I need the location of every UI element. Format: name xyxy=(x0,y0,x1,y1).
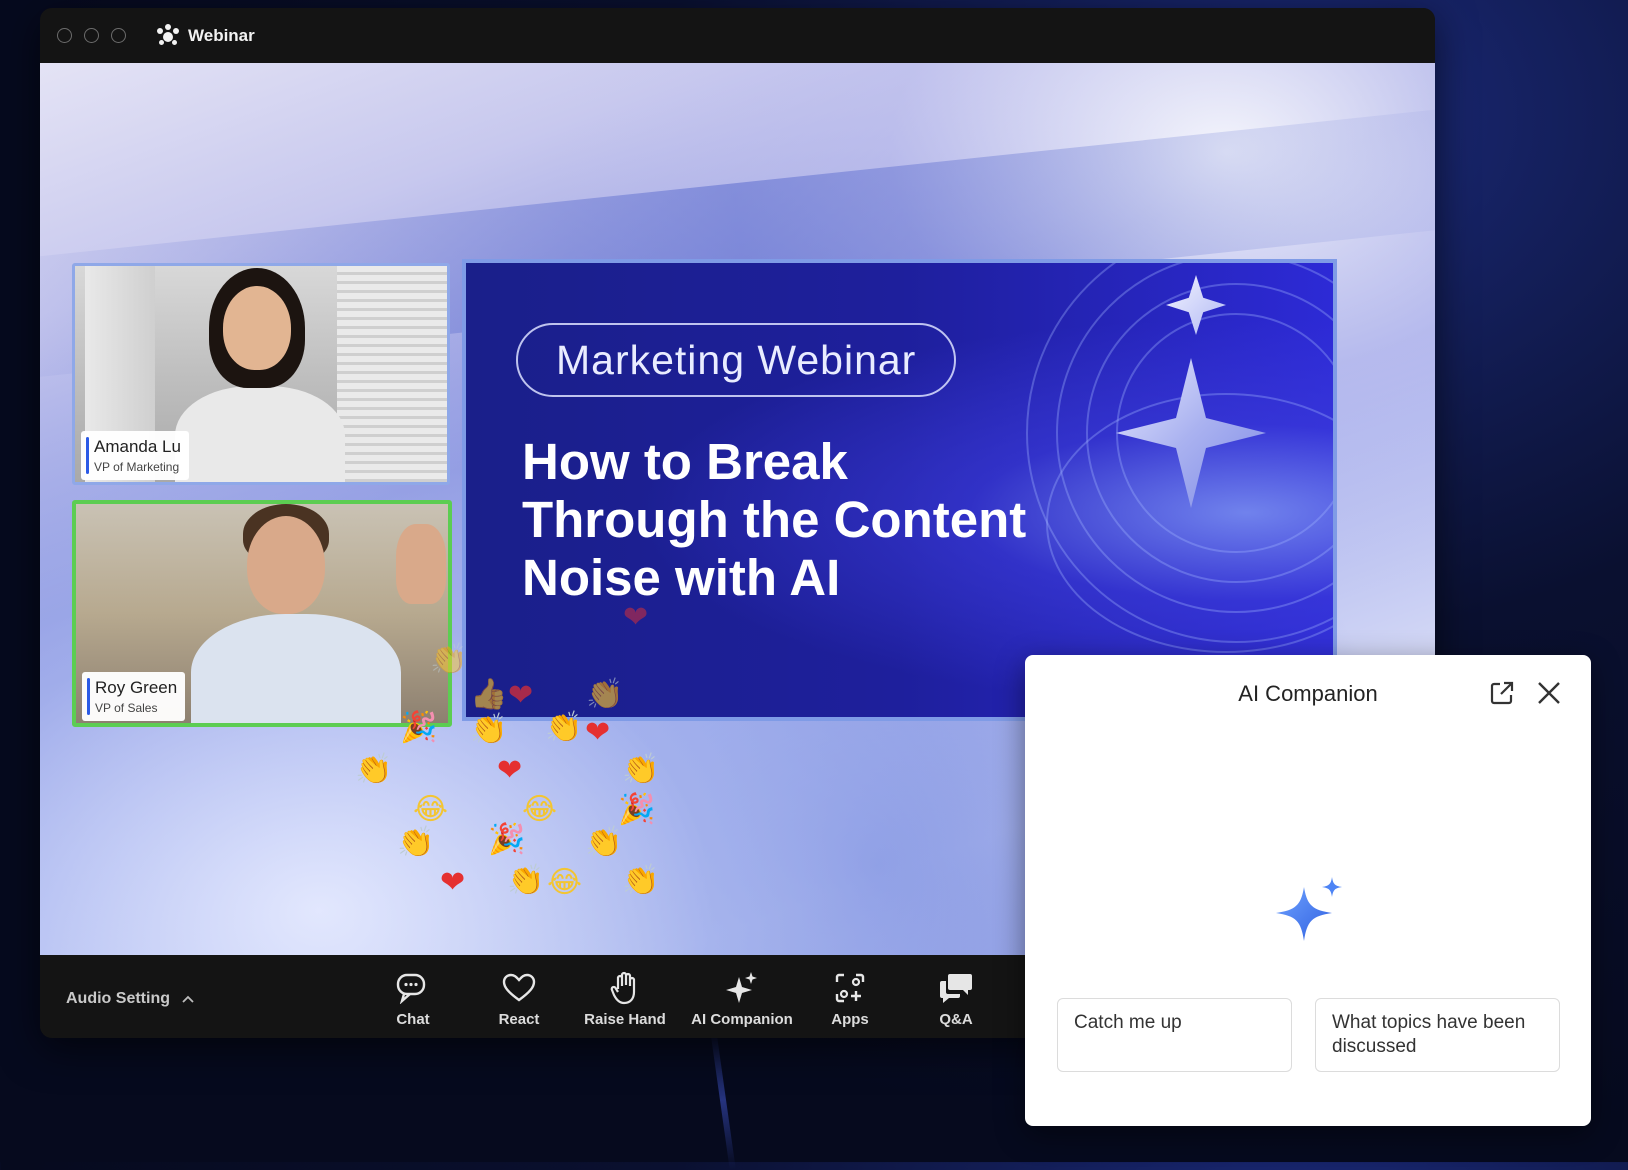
close-icon[interactable] xyxy=(1535,679,1563,707)
hand-icon xyxy=(570,969,680,1007)
participant-role: VP of Marketing xyxy=(94,460,180,474)
laugh-reaction: 😂 xyxy=(413,792,449,827)
thumbs-up-reaction: 👍 xyxy=(470,677,508,712)
apps-icon xyxy=(795,969,905,1007)
clap-reaction: 👏 xyxy=(622,863,660,898)
raise-hand-button[interactable]: Raise Hand xyxy=(570,969,680,1028)
party-reaction: 🎉 xyxy=(488,822,526,857)
nameplate-amanda: Amanda Lu VP of Marketing xyxy=(81,431,189,480)
audio-setting-button[interactable]: Audio Setting xyxy=(66,990,195,1008)
maximize-window-button[interactable] xyxy=(111,28,126,43)
title-bar: Webinar xyxy=(40,8,1435,63)
suggestion-catch-me-up[interactable]: Catch me up xyxy=(1057,998,1292,1072)
clap-reaction: 👏 xyxy=(355,752,393,787)
webinar-app-icon xyxy=(156,23,180,48)
participant-role: VP of Sales xyxy=(95,701,158,715)
clap-reaction: 👏 xyxy=(430,642,468,677)
nameplate-roy: Roy Green VP of Sales xyxy=(82,672,186,721)
heart-reaction: ❤ xyxy=(623,600,649,635)
chevron-up-icon xyxy=(182,990,195,1008)
participant-video-amanda xyxy=(165,266,365,482)
popout-icon[interactable] xyxy=(1488,679,1516,707)
qa-icon xyxy=(901,969,1011,1007)
slide-tag: Marketing Webinar xyxy=(516,323,957,397)
ai-sparkle-icon xyxy=(1270,875,1350,955)
minimize-window-button[interactable] xyxy=(84,28,99,43)
clap-reaction: 👏 xyxy=(545,710,583,745)
window-controls xyxy=(57,28,126,43)
apps-button[interactable]: Apps xyxy=(795,969,905,1028)
party-reaction: 🎉 xyxy=(400,710,438,745)
heart-icon xyxy=(464,969,574,1007)
clap-reaction: 👏 xyxy=(507,863,545,898)
laugh-reaction: 😂 xyxy=(547,865,583,900)
heart-reaction: ❤ xyxy=(440,865,466,900)
background-streak xyxy=(710,1030,736,1170)
app-title: Webinar xyxy=(188,25,255,45)
qa-button[interactable]: Q&A xyxy=(901,969,1011,1028)
clap-reaction: 👏 xyxy=(585,825,623,860)
video-tile-roy-active-speaker[interactable]: Roy Green VP of Sales xyxy=(72,500,452,727)
shared-slide: Marketing Webinar How to Break Through t… xyxy=(462,259,1337,721)
slide-headline: How to Break Through the Content Noise w… xyxy=(522,433,1027,606)
video-tile-amanda[interactable]: Amanda Lu VP of Marketing xyxy=(72,263,450,485)
participant-video-roy xyxy=(171,504,446,723)
participant-name: Amanda Lu xyxy=(94,437,181,456)
ai-companion-panel: AI Companion Catch me up What topics hav… xyxy=(1025,655,1591,1126)
laugh-reaction: 😂 xyxy=(522,792,558,827)
heart-reaction: ❤ xyxy=(508,678,534,713)
clap-reaction: 👏 xyxy=(586,677,624,712)
heart-reaction: ❤ xyxy=(585,715,611,750)
chat-button[interactable]: Chat xyxy=(358,969,468,1028)
party-reaction: 🎉 xyxy=(618,792,656,827)
chat-icon xyxy=(358,969,468,1007)
ai-companion-button[interactable]: AI Companion xyxy=(682,969,802,1028)
heart-reaction: ❤ xyxy=(497,753,523,788)
clap-reaction: 👏 xyxy=(470,712,508,747)
close-window-button[interactable] xyxy=(57,28,72,43)
clap-reaction: 👏 xyxy=(622,752,660,787)
react-button[interactable]: React xyxy=(464,969,574,1028)
clap-reaction: 👏 xyxy=(397,825,435,860)
sparkle-icon xyxy=(682,969,802,1007)
suggestion-topics-discussed[interactable]: What topics have been discussed xyxy=(1315,998,1560,1072)
participant-name: Roy Green xyxy=(95,678,178,697)
